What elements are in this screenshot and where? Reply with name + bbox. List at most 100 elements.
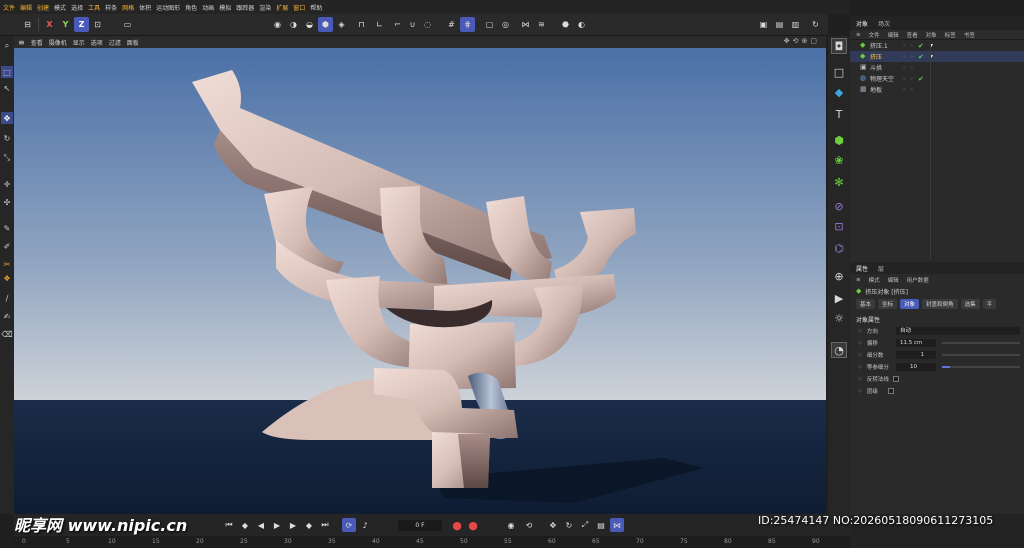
menu-spline[interactable]: 样条 <box>105 3 117 12</box>
render-picture-icon[interactable]: ▥ <box>788 17 803 32</box>
menu-simulate[interactable]: 模拟 <box>219 3 231 12</box>
param-key-icon[interactable]: ▤ <box>594 518 608 532</box>
menu-file[interactable]: 文件 <box>3 3 15 12</box>
mograph-effector-icon[interactable]: ⌬ <box>831 240 847 256</box>
target-icon[interactable]: ◎ <box>498 17 513 32</box>
tab-takes[interactable]: 场次 <box>878 19 890 28</box>
enabled-check-icon[interactable]: ✔ <box>918 42 924 50</box>
timeline-icon[interactable]: ▭ <box>120 17 135 32</box>
am-menu-mode[interactable]: 模式 <box>869 276 880 284</box>
viewport-menu-view[interactable]: 查看 <box>31 38 43 47</box>
animate-dot-icon[interactable]: ◇ <box>858 340 862 346</box>
search-icon[interactable]: ⌕ <box>1 40 13 52</box>
viewport-menu-options[interactable]: 选项 <box>91 38 103 47</box>
field-icon[interactable]: ⊘ <box>831 198 847 214</box>
visibility-dots[interactable]: ⁘ ⁘ <box>902 87 915 93</box>
loop-icon[interactable]: ⟳ <box>342 518 356 532</box>
am-hamburger-icon[interactable]: ≡ <box>856 277 861 283</box>
axis-x-button[interactable]: X <box>42 17 57 32</box>
om-menu-bookmarks[interactable]: 书签 <box>964 31 975 39</box>
object-row[interactable]: ◆ 挤压 ⁘ ⁘ ✔ ▾ <box>850 51 1024 62</box>
workplane-icon[interactable]: ⌐ <box>390 17 405 32</box>
menu-volume[interactable]: 体积 <box>139 3 151 12</box>
motion-icon[interactable]: ⟲ <box>522 518 536 532</box>
isoparm-field[interactable]: 10 <box>896 363 936 371</box>
brush-tool-icon[interactable]: / <box>1 292 13 304</box>
animate-dot-icon[interactable]: ◇ <box>858 388 862 394</box>
viewport-menu-panel[interactable]: 面板 <box>127 38 139 47</box>
animate-dot-icon[interactable]: ◇ <box>858 376 862 382</box>
current-frame-field[interactable]: 0 F <box>398 520 442 531</box>
generator-icon[interactable]: ⬢ <box>831 132 847 148</box>
offset-slider[interactable] <box>942 342 1020 344</box>
prev-key-icon[interactable]: ◆ <box>238 518 252 532</box>
subtab-basic[interactable]: 基本 <box>856 299 876 309</box>
subtab-object[interactable]: 对象 <box>900 299 920 309</box>
undo-icon[interactable]: ⊟ <box>20 17 35 32</box>
symmetry-icon[interactable]: ⋈ <box>518 17 533 32</box>
rotate-tool-icon[interactable]: ↻ <box>1 132 13 144</box>
animate-dot-icon[interactable]: ◇ <box>858 364 862 370</box>
visibility-dots[interactable]: ⁘ ⁘ <box>902 54 915 60</box>
magnet-icon[interactable]: ∪ <box>405 17 420 32</box>
render-region-icon[interactable]: ▣ <box>756 17 771 32</box>
menu-extensions[interactable]: 扩展 <box>276 3 288 12</box>
menu-tracker[interactable]: 跟踪器 <box>236 3 254 12</box>
cube-icon[interactable]: ◆ <box>831 84 847 100</box>
point-level-icon[interactable]: ⋈ <box>610 518 624 532</box>
move-tool-icon[interactable]: ✥ <box>1 112 13 124</box>
record-icon[interactable]: ● <box>450 518 464 532</box>
quantize-icon[interactable]: ◌ <box>420 17 435 32</box>
isoparm-slider[interactable] <box>942 366 1020 368</box>
menu-mode[interactable]: 模式 <box>54 3 66 12</box>
environment-icon[interactable]: ⊕ <box>831 268 847 284</box>
menu-animate[interactable]: 动画 <box>202 3 214 12</box>
render-active-icon[interactable]: ▤ <box>772 17 787 32</box>
scale-tool-icon[interactable]: ⤡ <box>1 152 13 164</box>
camera-icon[interactable]: ▶ <box>831 290 847 306</box>
viewport-menu-camera[interactable]: 摄像机 <box>49 38 67 47</box>
points-mode-icon[interactable]: ◉ <box>270 17 285 32</box>
subdivision-field[interactable]: 1 <box>896 351 936 359</box>
object-row[interactable]: ▣ 斗拱 ⁘ ⁘ <box>850 62 1024 73</box>
select-tool-icon[interactable]: ⬚ <box>1 66 13 78</box>
axis-tool-icon[interactable]: ✣ <box>1 196 13 208</box>
direction-dropdown[interactable]: 自动 <box>896 327 1020 335</box>
render-settings-icon[interactable]: ⬣ <box>558 17 573 32</box>
menu-tools[interactable]: 工具 <box>88 3 100 12</box>
polygons-mode-icon[interactable]: ◒ <box>302 17 317 32</box>
grid-snap-icon[interactable]: # <box>444 17 459 32</box>
model-mode-icon[interactable]: ⬢ <box>318 17 333 32</box>
camera-view-icon[interactable]: ◘ <box>831 38 847 54</box>
rotation-key-icon[interactable]: ↻ <box>562 518 576 532</box>
play-icon[interactable]: ▶ <box>270 518 284 532</box>
animate-dot-icon[interactable]: ◇ <box>858 328 862 334</box>
object-row[interactable]: ▦ 地板 ⁘ ⁘ <box>850 84 1024 95</box>
deformer-icon[interactable]: ✻ <box>831 174 847 190</box>
live-select-icon[interactable]: ↖ <box>1 82 13 94</box>
sound-icon[interactable]: ♪ <box>358 518 372 532</box>
menu-mograph[interactable]: 运动图形 <box>156 3 180 12</box>
render-icon[interactable]: ◔ <box>831 342 847 358</box>
subtab-caps[interactable]: 封盖和倒角 <box>922 299 958 309</box>
object-row[interactable]: ◍ 物理天空 ⁘ ⁘ ✔ <box>850 73 1024 84</box>
spline-tool-icon[interactable]: ✐ <box>1 240 13 252</box>
eraser-tool-icon[interactable]: ⌫ <box>1 328 13 340</box>
axis-z-button[interactable]: Z <box>74 17 89 32</box>
goto-end-icon[interactable]: ⏭ <box>318 518 332 532</box>
texture-mode-icon[interactable]: ◈ <box>334 17 349 32</box>
menu-select[interactable]: 选择 <box>71 3 83 12</box>
flip-normals-checkbox[interactable] <box>892 376 899 382</box>
menu-create[interactable]: 创建 <box>37 3 49 12</box>
visibility-dots[interactable]: ⁘ ⁘ <box>902 43 915 49</box>
menu-character[interactable]: 角色 <box>185 3 197 12</box>
subtab-coord[interactable]: 坐标 <box>878 299 898 309</box>
snap-icon[interactable]: ∟ <box>372 17 387 32</box>
menu-help[interactable]: 帮助 <box>310 3 322 12</box>
spline-primitive-icon[interactable]: ⊡ <box>831 218 847 234</box>
auto-key-icon[interactable]: ● <box>466 518 480 532</box>
viewport-hamburger-icon[interactable]: ≡ <box>18 38 25 47</box>
viewport-menu-filter[interactable]: 过滤 <box>109 38 121 47</box>
timeline-ruler[interactable]: 0 5 10 15 20 25 30 35 40 45 50 55 60 65 … <box>14 536 850 548</box>
position-key-icon[interactable]: ✥ <box>546 518 560 532</box>
